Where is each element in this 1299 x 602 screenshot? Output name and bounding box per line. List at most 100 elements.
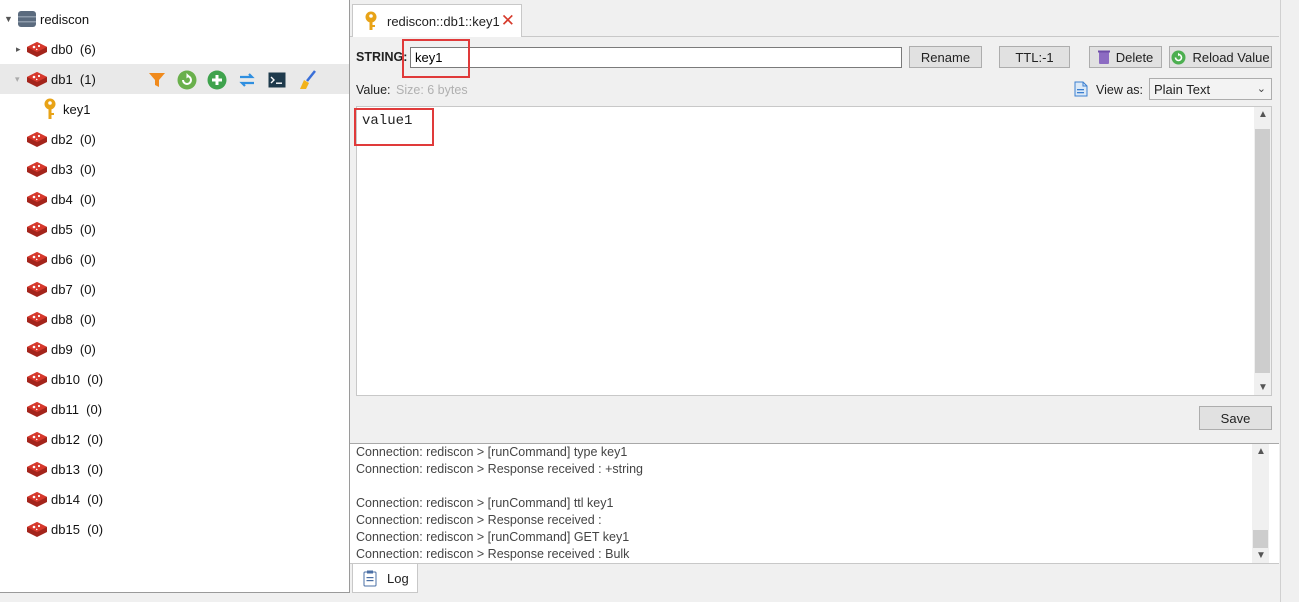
- size-hint: Size: 6 bytes: [396, 83, 468, 97]
- value-scrollbar[interactable]: ▲ ▼: [1254, 107, 1271, 395]
- log-line: Connection: rediscon > [runCommand] ttl …: [356, 496, 614, 510]
- redis-db-icon: [25, 369, 49, 389]
- db-label: db3 (0): [51, 162, 96, 177]
- redis-db-icon: [25, 399, 49, 419]
- db-label: db5 (0): [51, 222, 96, 237]
- window-scrollbar[interactable]: [1280, 0, 1299, 602]
- key-icon: [42, 98, 58, 123]
- tab-bar: rediscon::db1::key1 ✕: [350, 0, 1279, 37]
- delete-button[interactable]: Delete: [1089, 46, 1162, 68]
- collapse-arrow-icon[interactable]: ▼: [4, 14, 13, 24]
- redis-db-icon: [25, 459, 49, 479]
- log-scrollbar[interactable]: ▲ ▼: [1252, 444, 1269, 563]
- type-label: STRING:: [356, 50, 408, 64]
- tree-item-db10[interactable]: db10 (0): [0, 364, 349, 394]
- filter-icon[interactable]: [146, 69, 167, 90]
- document-icon: [1074, 81, 1088, 100]
- log-tab-label: Log: [387, 570, 409, 586]
- db-label: db10 (0): [51, 372, 104, 387]
- redis-db-icon: [25, 129, 49, 149]
- flush-db-icon[interactable]: [296, 69, 317, 90]
- db-label: db14 (0): [51, 492, 104, 507]
- scroll-down-icon[interactable]: ▼: [1256, 550, 1266, 561]
- trash-icon: [1097, 50, 1110, 64]
- highlight-value: [354, 108, 434, 146]
- redis-db-icon: [25, 339, 49, 359]
- tree-item-db3[interactable]: db3 (0): [0, 154, 349, 184]
- rename-button[interactable]: Rename: [909, 46, 982, 68]
- scrollbar-thumb[interactable]: [1255, 129, 1270, 373]
- redis-db-icon: [25, 249, 49, 269]
- close-tab-icon[interactable]: ✕: [501, 11, 515, 31]
- value-label: Value:: [356, 83, 391, 97]
- redis-db-icon: [25, 309, 49, 329]
- tree-item-db0[interactable]: ▸ db0 (6): [0, 34, 349, 64]
- tree-item-db9[interactable]: db9 (0): [0, 334, 349, 364]
- db-label: db9 (0): [51, 342, 96, 357]
- reload-label: Reload Value: [1192, 49, 1270, 65]
- save-button[interactable]: Save: [1199, 406, 1272, 430]
- db-label: db12 (0): [51, 432, 104, 447]
- db-toolbar: [146, 69, 317, 90]
- view-as-select[interactable]: Plain Text ⌄: [1149, 78, 1272, 100]
- redis-db-icon: [25, 69, 49, 89]
- log-line: Connection: rediscon > [runCommand] GET …: [356, 530, 630, 544]
- ttl-button[interactable]: TTL:-1: [999, 46, 1070, 68]
- log-panel: Connection: rediscon > [runCommand] type…: [350, 443, 1279, 564]
- db-label: db15 (0): [51, 522, 104, 537]
- value-editor[interactable]: value1 ▲ ▼: [356, 106, 1272, 396]
- log-line: Connection: rediscon > Response received…: [356, 547, 630, 561]
- db-label: db8 (0): [51, 312, 96, 327]
- refresh-icon[interactable]: [176, 69, 197, 90]
- redis-db-icon: [25, 219, 49, 239]
- expand-arrow-icon[interactable]: ▸: [16, 44, 24, 55]
- db-label: db0 (6): [51, 42, 96, 57]
- tree-item-db12[interactable]: db12 (0): [0, 424, 349, 454]
- highlight-key-input: [402, 39, 470, 78]
- server-icon: [17, 10, 37, 31]
- tree-item-key1[interactable]: key1: [0, 94, 349, 124]
- tab-log[interactable]: Log: [352, 564, 418, 593]
- tree-item-db15[interactable]: db15 (0): [0, 514, 349, 544]
- tree-item-db5[interactable]: db5 (0): [0, 214, 349, 244]
- key-name-input[interactable]: [410, 47, 902, 68]
- db-label: db11 (0): [51, 402, 103, 417]
- tree-item-db1[interactable]: ▾ db1 (1): [0, 64, 349, 94]
- connection-label: rediscon: [40, 12, 90, 27]
- db-label: db13 (0): [51, 462, 104, 477]
- tree-item-db13[interactable]: db13 (0): [0, 454, 349, 484]
- tree-item-db11[interactable]: db11 (0): [0, 394, 349, 424]
- tree-item-db8[interactable]: db8 (0): [0, 304, 349, 334]
- tree-item-connection[interactable]: ▼ rediscon: [0, 4, 349, 34]
- tree-item-db7[interactable]: db7 (0): [0, 274, 349, 304]
- tree-item-db4[interactable]: db4 (0): [0, 184, 349, 214]
- reload-icon: [1171, 50, 1186, 64]
- clipboard-icon: [363, 570, 377, 586]
- chevron-down-icon: ⌄: [1256, 83, 1266, 95]
- scroll-up-icon[interactable]: ▲: [1258, 109, 1268, 120]
- redis-db-icon: [25, 429, 49, 449]
- db-label: db2 (0): [51, 132, 96, 147]
- redis-db-icon: [25, 189, 49, 209]
- key-icon: [363, 11, 379, 34]
- reload-keys-icon[interactable]: [236, 69, 257, 90]
- redis-db-icon: [25, 39, 49, 59]
- log-scrollbar-thumb[interactable]: [1253, 530, 1268, 548]
- bottom-tab-bar: Log: [350, 563, 1279, 593]
- tree-item-db2[interactable]: db2 (0): [0, 124, 349, 154]
- key-editor-panel: rediscon::db1::key1 ✕ STRING: Rename TTL…: [350, 0, 1279, 593]
- add-key-icon[interactable]: [206, 69, 227, 90]
- reload-value-button[interactable]: Reload Value: [1169, 46, 1272, 68]
- tree-item-db6[interactable]: db6 (0): [0, 244, 349, 274]
- console-icon[interactable]: [266, 69, 287, 90]
- tree-item-db14[interactable]: db14 (0): [0, 484, 349, 514]
- collapse-arrow-icon[interactable]: ▾: [15, 74, 23, 85]
- db-label: db7 (0): [51, 282, 96, 297]
- db-label: db6 (0): [51, 252, 96, 267]
- tab-key1[interactable]: rediscon::db1::key1 ✕: [352, 4, 522, 37]
- scroll-up-icon[interactable]: ▲: [1256, 446, 1266, 457]
- scroll-down-icon[interactable]: ▼: [1258, 382, 1268, 393]
- connection-tree: ▼ rediscon ▸ db0 (6) ▾ db1 (1) key1 db2 (0) db…: [0, 0, 350, 593]
- redis-db-icon: [25, 519, 49, 539]
- tab-label: rediscon::db1::key1: [387, 13, 500, 29]
